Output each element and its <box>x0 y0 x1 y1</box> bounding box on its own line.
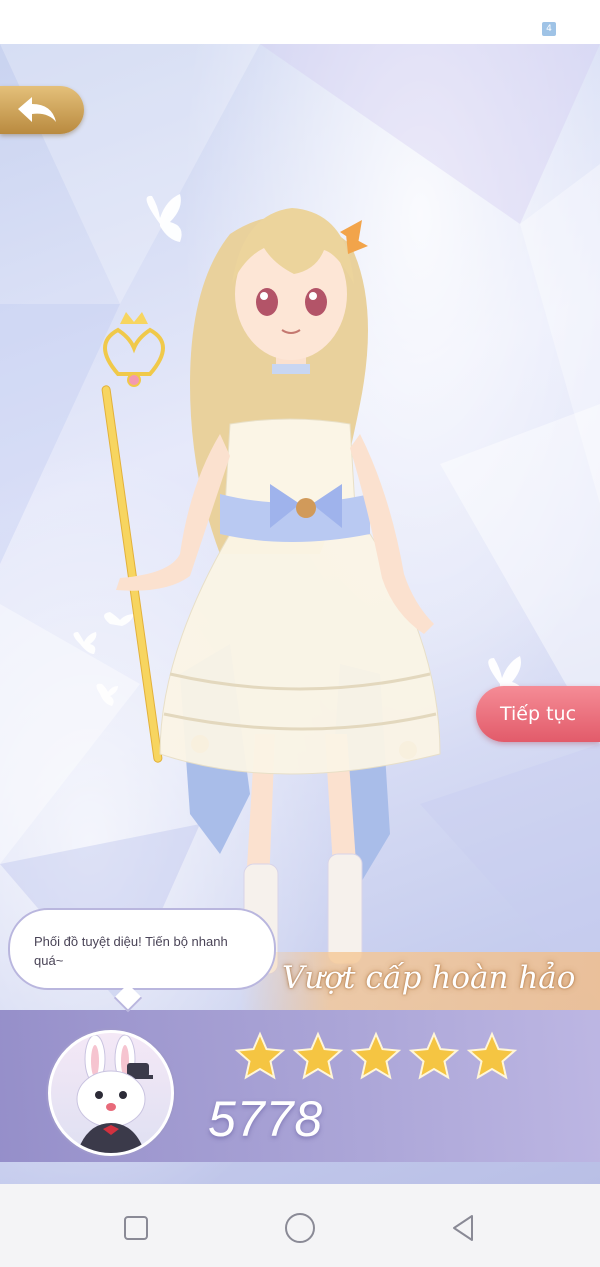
navigation-bar <box>0 1184 600 1267</box>
mascot-avatar <box>48 1030 174 1156</box>
star-icon <box>292 1031 344 1080</box>
score-value: 5778 <box>208 1091 324 1147</box>
triangle-back-icon <box>453 1215 473 1241</box>
status-bar: 4 <box>0 0 600 44</box>
star-rating <box>234 1031 518 1080</box>
bunny-mascot-icon <box>76 1034 153 1153</box>
back-arrow-icon <box>18 97 56 122</box>
notification-badge: 4 <box>542 22 556 36</box>
continue-button[interactable]: Tiếp tục <box>476 686 600 742</box>
star-icon <box>408 1031 460 1080</box>
circle-home-icon <box>285 1213 315 1243</box>
star-icon <box>234 1031 286 1080</box>
star-icon <box>466 1031 518 1080</box>
square-recent-apps-icon <box>124 1216 148 1240</box>
recent-apps-button[interactable] <box>116 1208 156 1248</box>
speech-text: Phối đồ tuyệt diệu! Tiến bộ nhanh quá~ <box>34 934 228 968</box>
game-scene: Tiếp tục Vượt cấp hoàn hảo Phối đồ tuyệt… <box>0 44 600 1184</box>
character-illustration <box>101 208 441 974</box>
home-button[interactable] <box>280 1208 320 1248</box>
star-icon <box>350 1031 402 1080</box>
back-button[interactable] <box>0 86 84 134</box>
speech-bubble: Phối đồ tuyệt diệu! Tiến bộ nhanh quá~ <box>8 908 276 1013</box>
magic-wand <box>101 312 165 763</box>
system-back-button[interactable] <box>444 1208 484 1248</box>
rank-title: Vượt cấp hoàn hảo <box>282 960 576 996</box>
